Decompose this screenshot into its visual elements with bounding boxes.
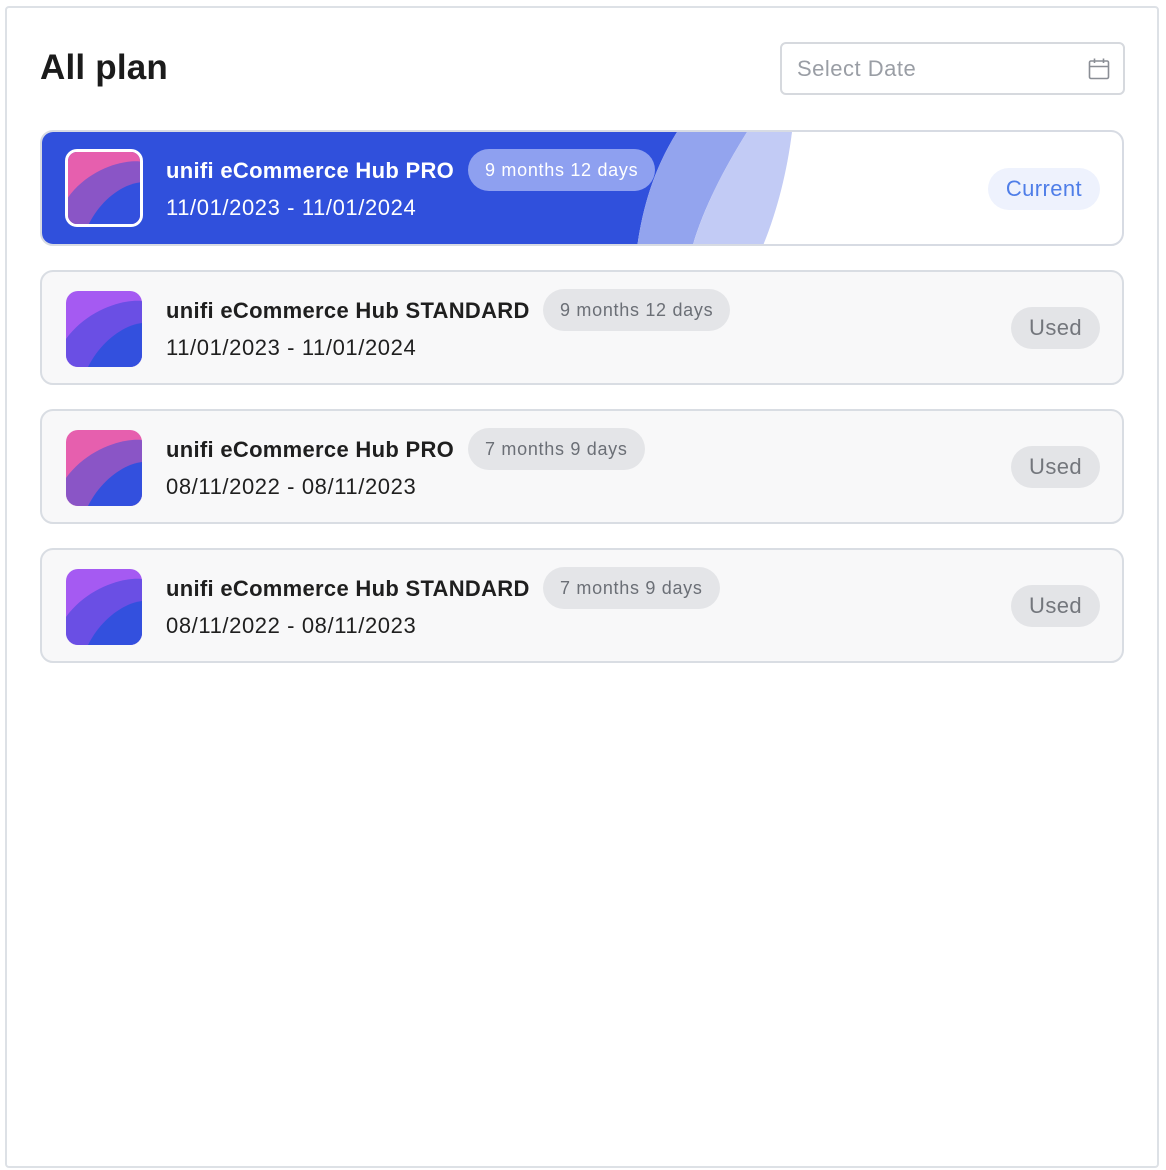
duration-badge: 9 months 12 days [468,149,656,191]
calendar-icon[interactable] [1087,57,1111,81]
plan-dates: 08/11/2022 - 08/11/2023 [166,474,417,499]
status-badge: Used [1011,585,1100,627]
date-picker[interactable] [780,42,1125,95]
plan-dates: 08/11/2022 - 08/11/2023 [166,613,417,638]
pro-plan-icon [66,430,142,506]
standard-plan-icon [66,569,142,645]
status-badge: Current [987,168,1100,210]
current-plan-highlight [42,132,792,244]
all-plan-panel: All plan Select Date unifi eCommerce Hub… [5,6,1159,1168]
plan-card[interactable]: unifi eCommerce Hub STANDARD 7 months 9 … [40,548,1124,663]
date-input[interactable] [797,54,1077,84]
page-title: All plan [40,48,168,87]
plan-card[interactable]: unifi eCommerce Hub PRO 9 months 12 days… [40,130,1124,246]
plan-dates: 11/01/2023 - 11/01/2024 [166,335,417,360]
status-badge: Used [1011,446,1100,488]
plan-card[interactable]: unifi eCommerce Hub STANDARD 9 months 12… [40,270,1124,385]
duration-badge: 7 months 9 days [468,428,645,470]
plan-card[interactable]: unifi eCommerce Hub PRO 7 months 9 days … [40,409,1124,524]
plan-name: unifi eCommerce Hub PRO [166,437,455,462]
plan-dates: 11/01/2023 - 11/01/2024 [166,195,417,220]
plan-name: unifi eCommerce Hub STANDARD [166,298,530,323]
plan-name: unifi eCommerce Hub PRO [166,158,455,183]
pro-plan-icon [65,149,143,227]
plan-name: unifi eCommerce Hub STANDARD [166,576,530,601]
standard-plan-icon [66,291,142,367]
status-badge: Used [1011,307,1100,349]
plan-list: unifi eCommerce Hub PRO 9 months 12 days… [40,130,1126,687]
duration-badge: 9 months 12 days [543,289,731,331]
duration-badge: 7 months 9 days [543,567,720,609]
